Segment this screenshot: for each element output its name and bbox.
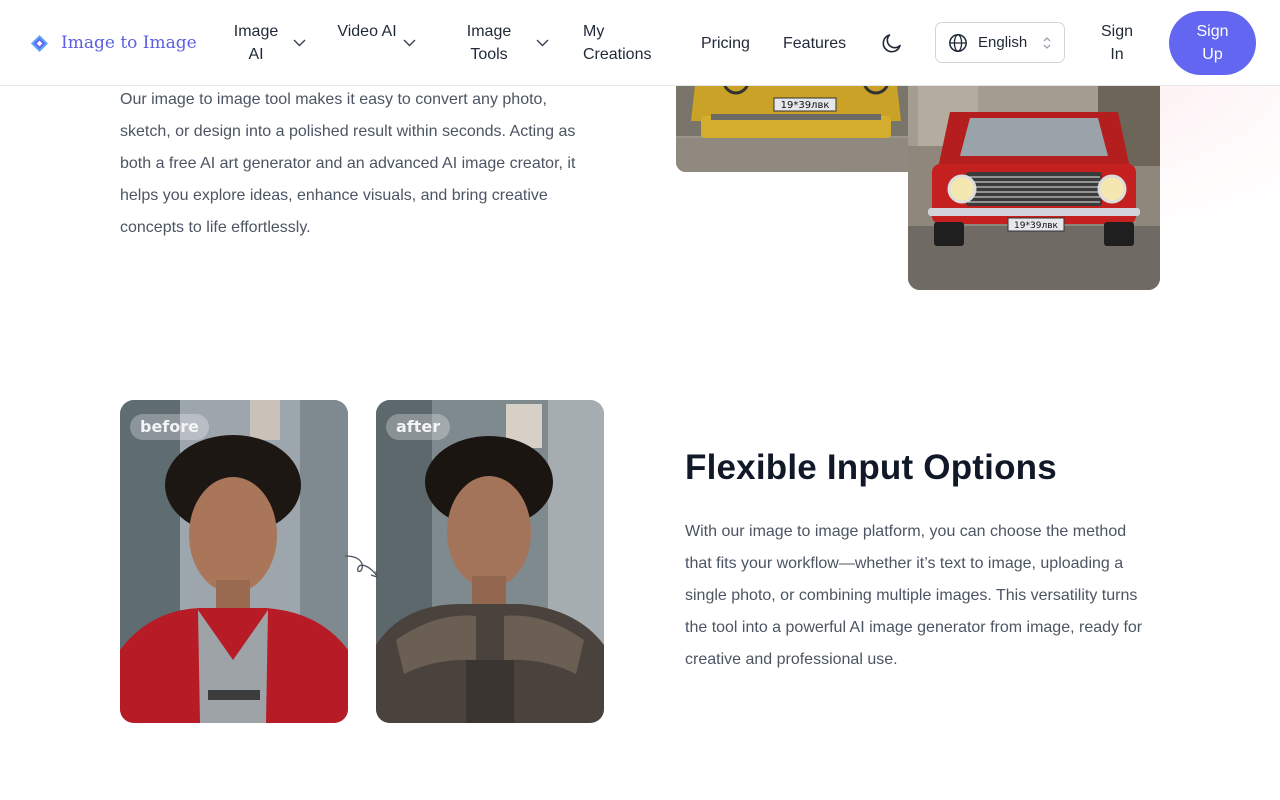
top-navigation: Image to Image Image AI Video AI Image T… [0,0,1280,86]
generated-car-image: 19*39лвк [908,76,1160,290]
license-plate-text: 19*39лвк [781,100,830,111]
red-car-illustration: 19*39лвк [908,76,1160,290]
curved-arrow-icon [344,555,378,578]
nav-features-label: Features [783,35,847,52]
yellow-car-illustration: 19*39лвк [676,76,916,172]
sign-in-link[interactable]: Sign In [1096,20,1138,66]
chevron-down-icon[interactable] [536,39,549,47]
before-example-image: before [120,400,348,723]
after-portrait-illustration [376,400,604,723]
nav-features[interactable]: Features [783,32,846,55]
language-select[interactable]: English [935,22,1065,63]
intro-description: Our image to image tool makes it easy to… [120,91,576,236]
before-portrait-illustration [120,400,348,723]
license-plate-text: 19*39лвк [1014,221,1058,231]
nav-pricing[interactable]: Pricing [701,32,750,55]
nav-image-tools-label: Image Tools [466,23,512,63]
brand-name: Image to Image [61,33,197,53]
chevron-down-icon[interactable] [403,39,416,47]
section-heading: Flexible Input Options [685,448,1057,487]
nav-pricing-label: Pricing [701,35,750,52]
language-label: English [978,34,1028,51]
nav-my-creations[interactable]: My Creations [583,20,655,66]
globe-icon [949,33,967,52]
nav-image-tools[interactable]: Image Tools [457,20,521,66]
after-example-image: after [376,400,604,723]
sign-up-label: Sign Up [1196,23,1229,63]
brand-link[interactable]: Image to Image [30,33,197,53]
nav-video-ai-label: Video AI [337,23,397,40]
nav-video-ai[interactable]: Video AI [337,20,397,43]
nav-image-ai[interactable]: Image AI [226,20,286,66]
section-description: With our image to image platform, you ca… [685,523,1143,668]
chevron-down-icon[interactable] [293,39,306,47]
original-car-image: 19*39лвк [676,76,916,172]
sign-up-button[interactable]: Sign Up [1169,11,1256,75]
after-label: after [386,414,451,440]
image-to-image-logo-icon [30,34,49,52]
moon-icon[interactable] [880,31,904,55]
nav-my-creations-label: My Creations [583,23,652,63]
before-label: before [130,414,209,440]
chevron-up-down-icon [1043,37,1051,49]
nav-image-ai-label: Image AI [233,23,279,63]
